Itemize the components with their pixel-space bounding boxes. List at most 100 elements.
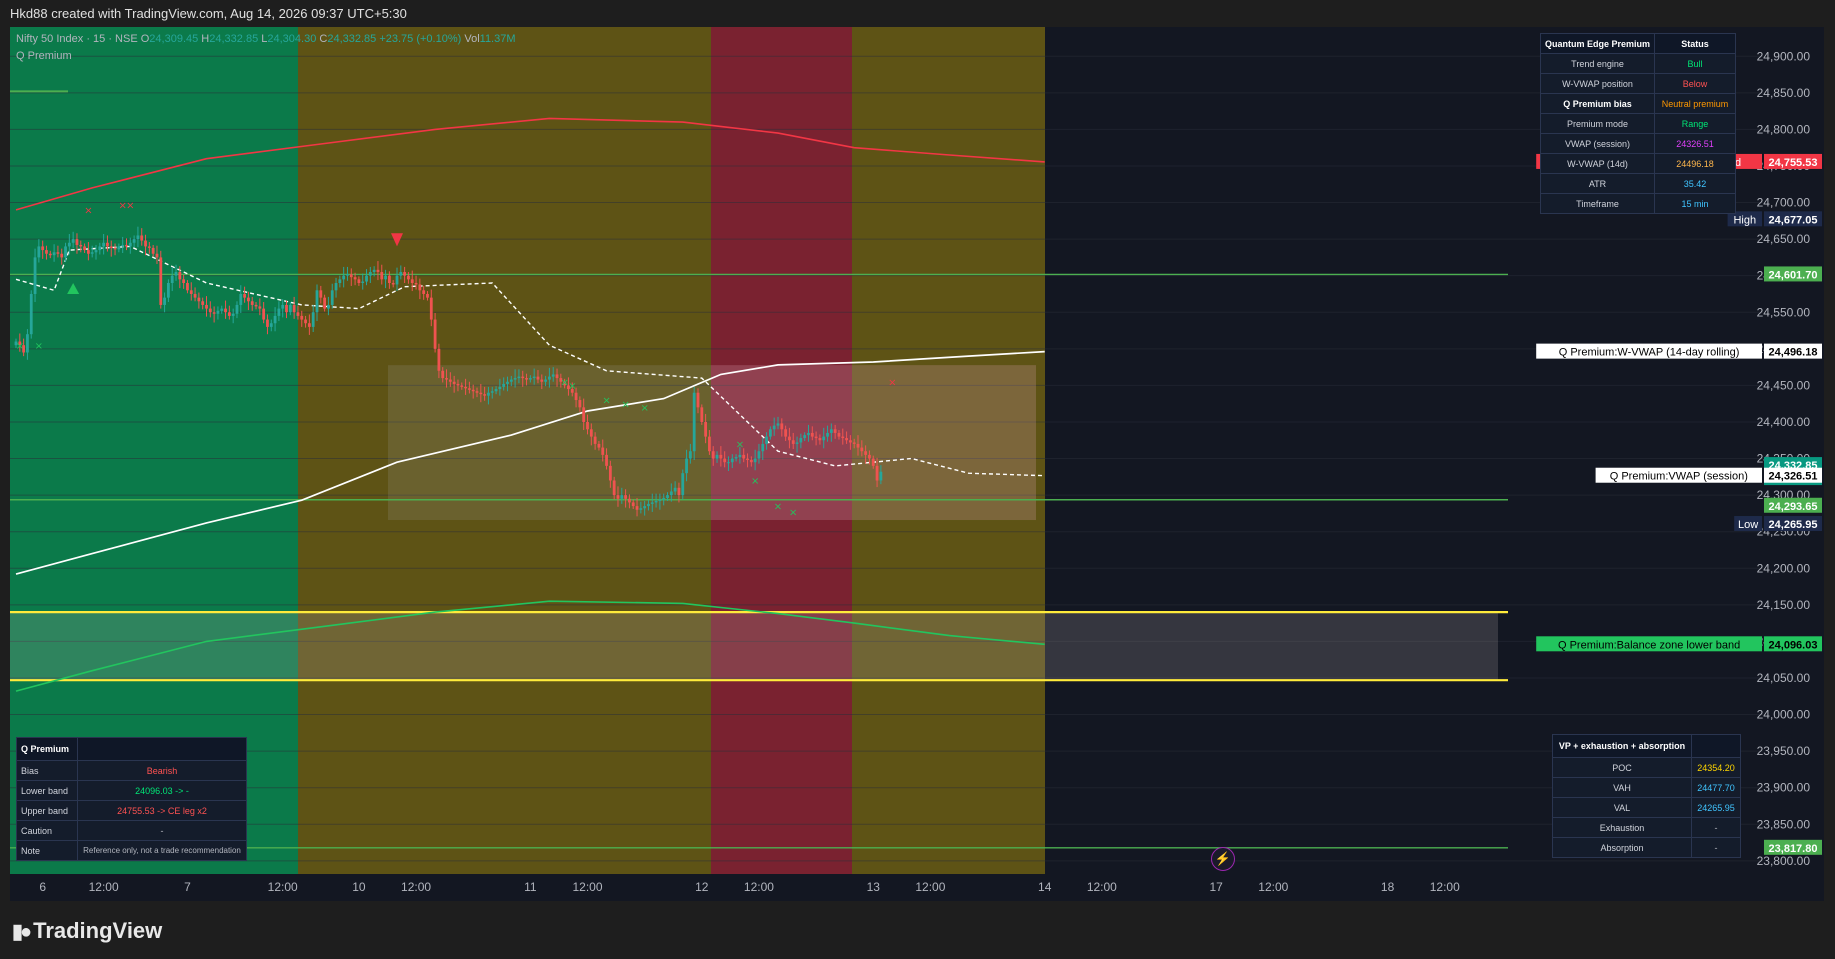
bias-table-value: - [77,820,247,841]
status-table: Quantum Edge Premium Status Trend engine… [1539,33,1737,214]
price-tick-label: 24,400.00 [1757,415,1811,429]
vp-table-value: 24477.70 [1691,777,1741,798]
price-tick-label: 24,150.00 [1757,598,1811,612]
lightning-icon[interactable]: ⚡ [1211,847,1235,871]
change-value: +23.75 (+0.10%) [379,33,462,45]
candle [29,290,33,339]
cross-mark: × [35,341,43,352]
status-table-row: ATR 35.42 [1539,173,1737,194]
price-label: 24,601.70 [1764,266,1822,282]
status-table-value: Range [1654,113,1737,134]
status-table-label: W-VWAP position [1539,73,1656,94]
cross-mark: × [126,200,134,211]
status-table-value: 15 min [1654,193,1737,214]
bias-table-row: Upper band 24755.53 -> CE leg x2 [16,800,247,821]
vol-value: 11.37M [479,33,516,45]
candle [692,386,696,461]
time-tick-label: 12:00 [1087,880,1117,894]
candle [700,404,704,425]
price-tick-label: 24,700.00 [1757,196,1811,210]
bias-table-label: Upper band [16,800,78,821]
status-table-value: Bull [1654,53,1737,74]
svg-text:Q Premium:VWAP (session): Q Premium:VWAP (session) [1610,471,1748,483]
cross-mark: × [568,381,576,392]
vp-table-row: VAH 24477.70 [1552,777,1741,798]
price-tick-label: 23,950.00 [1757,744,1811,758]
status-table-label: Premium mode [1539,113,1656,134]
cross-mark: × [621,399,629,410]
status-table-label: W-VWAP (14d) [1539,153,1656,174]
open-value: 24,309.45 [149,33,199,45]
bias-table-title: Q Premium [16,737,78,761]
time-tick-label: 7 [184,880,191,894]
vp-table-row: Absorption - [1552,837,1741,858]
cross-mark: × [16,341,24,352]
time-tick-label: 10 [352,880,366,894]
cross-mark: × [888,377,896,388]
svg-text:24,326.51: 24,326.51 [1769,471,1818,483]
vol-label: Vol [464,33,480,45]
high-value: 24,332.85 [209,33,259,45]
svg-text:24,755.53: 24,755.53 [1769,157,1818,169]
vp-table-label: VAH [1552,777,1692,798]
time-tick-label: 12:00 [572,880,602,894]
bias-table-title-spacer [77,737,247,761]
svg-text:24,496.18: 24,496.18 [1769,347,1818,359]
cross-mark: × [774,502,782,513]
vp-table-row: Exhaustion - [1552,817,1741,838]
bias-table-row: Note Reference only, not a trade recommen… [16,840,247,861]
status-table-label: Q Premium bias [1539,93,1656,114]
time-tick-label: 12:00 [401,880,431,894]
close-value: 24,332.85 [327,33,377,45]
bias-table-label: Bias [16,760,78,781]
time-tick-label: 6 [39,880,46,894]
svg-text:High: High [1733,214,1756,226]
vp-table-row: POC 24354.20 [1552,757,1741,778]
status-table-row: Timeframe 15 min [1539,193,1737,214]
status-table-row: Q Premium bias Neutral premium [1539,93,1737,114]
time-tick-label: 14 [1038,880,1052,894]
cross-mark: × [789,508,797,519]
svg-text:24,265.95: 24,265.95 [1769,519,1818,531]
time-tick-label: 12:00 [89,880,119,894]
svg-text:24,677.05: 24,677.05 [1769,214,1818,226]
svg-text:Q Premium:Balance zone lower b: Q Premium:Balance zone lower band [1558,639,1740,651]
tradingview-logo[interactable]: ▮● TradingView [12,918,162,944]
status-table-label: ATR [1539,173,1656,194]
time-tick-label: 17 [1209,880,1223,894]
tv-logo-icon: ▮● [12,920,32,943]
svg-text:Low: Low [1738,519,1758,531]
symbol-legend[interactable]: Nifty 50 Index · 15 · NSE O24,309.45 H24… [16,33,516,45]
status-table-row: W-VWAP position Below [1539,73,1737,94]
price-label: 23,817.80 [1764,839,1822,855]
vp-table-value: - [1691,817,1741,838]
price-tick-label: 23,900.00 [1757,781,1811,795]
status-table-value: 24496.18 [1654,153,1737,174]
time-ticks: 6 12:00 7 12:00 10 12:00 11 12:00 12 12:00 13 12:00… [39,880,1460,894]
vp-table-title-row: VP + exhaustion + absorption [1552,734,1741,758]
status-table-header: Quantum Edge Premium Status [1539,33,1737,54]
vp-table-title-spacer [1691,734,1741,758]
cross-mark: × [602,396,610,407]
status-table-row: Trend engine Bull [1539,53,1737,74]
tv-logo-text: TradingView [33,918,163,943]
status-table-row: W-VWAP (14d) 24496.18 [1539,153,1737,174]
bias-table-label: Note [16,840,78,861]
price-tick-label: 23,850.00 [1757,817,1811,831]
svg-text:23,817.80: 23,817.80 [1769,843,1818,855]
cross-mark: × [751,476,759,487]
status-table-label: Trend engine [1539,53,1656,74]
indicator-legend[interactable]: Q Premium [16,50,72,62]
low-value: 24,304.30 [267,33,317,45]
bias-table-row: Lower band 24096.03 -> - [16,780,247,801]
svg-text:24,096.03: 24,096.03 [1769,639,1818,651]
vp-table-value: - [1691,837,1741,858]
open-label: O [140,33,150,45]
chart-caption: Hkd88 created with TradingView.com, Aug … [10,6,407,21]
vp-table-row: VAL 24265.95 [1552,797,1741,818]
price-label: 24,265.95 Low [1734,516,1822,532]
price-tick-label: 23,800.00 [1757,854,1811,868]
price-tick-label: 24,800.00 [1757,122,1811,136]
chart-area[interactable]: × × × × × × × × × × × × × × × 23,800.00 23,850.00 23,900… [10,27,1824,901]
vp-table-value: 24354.20 [1691,757,1741,778]
